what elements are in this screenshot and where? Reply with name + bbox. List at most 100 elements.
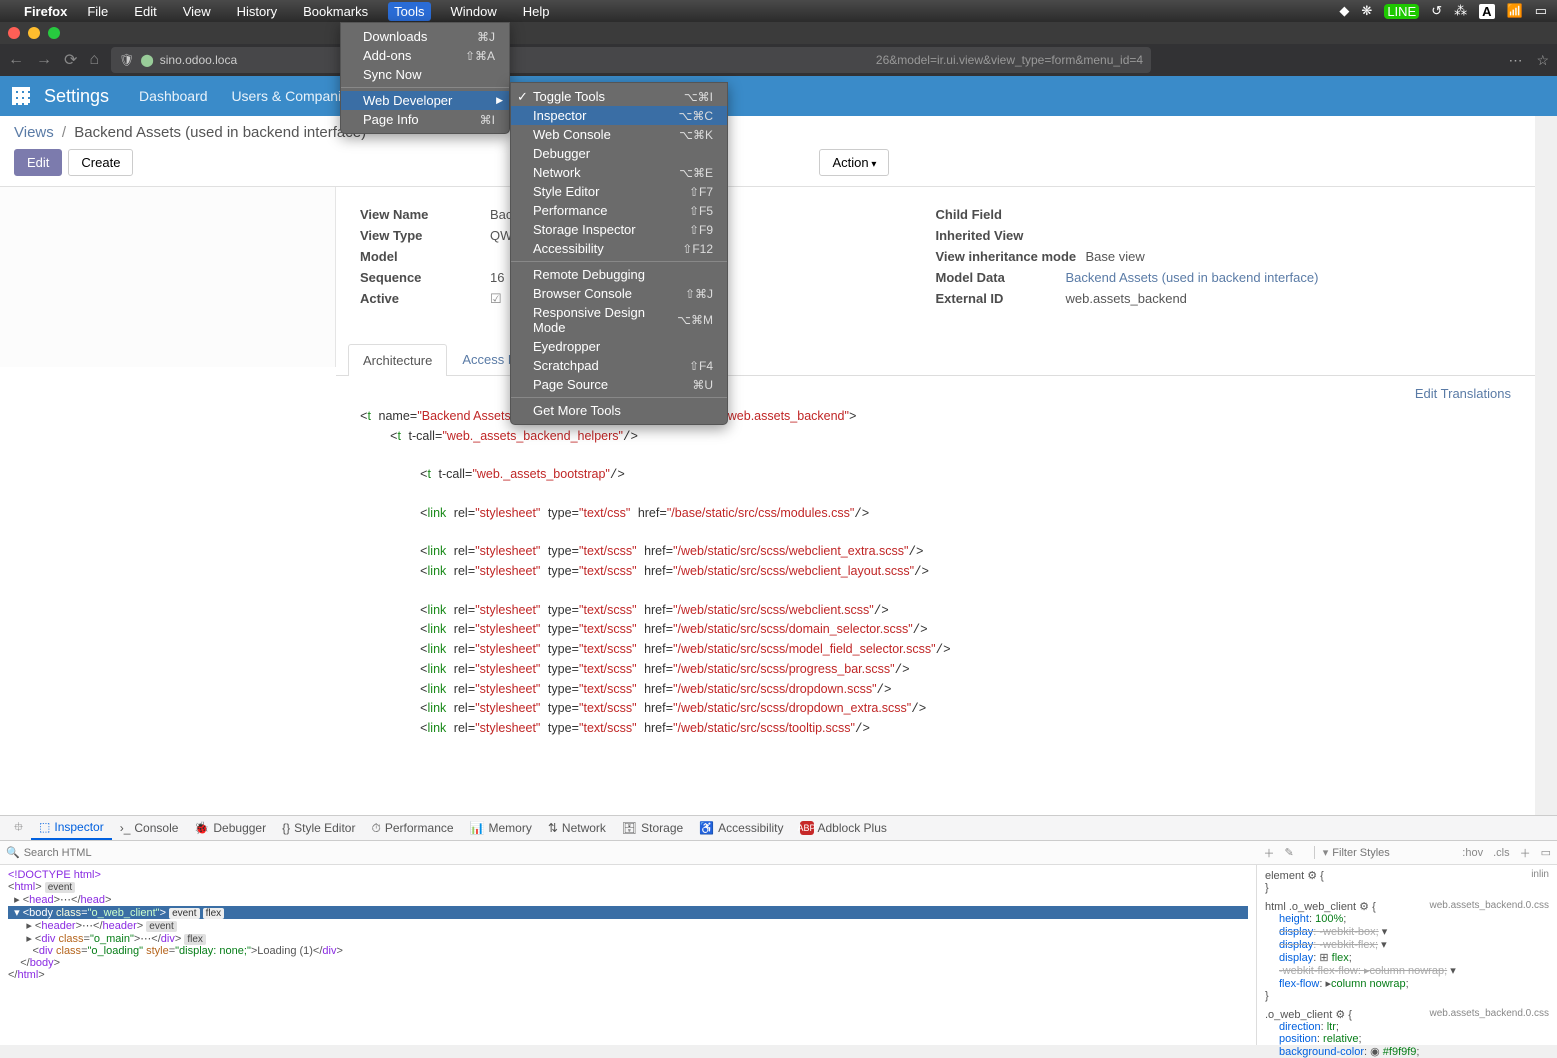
devtools-tabbar: ⯐ ⬚Inspector ›_Console 🐞Debugger {}Style… [0,815,1557,841]
menu-item[interactable]: Storage Inspector⇧F9 [511,220,727,239]
zoom-window[interactable] [48,27,60,39]
menu-item[interactable]: Responsive Design Mode⌥⌘M [511,303,727,337]
menu-item[interactable]: Debugger [511,144,727,163]
breadcrumb-root[interactable]: Views [14,124,54,141]
menu-help[interactable]: Help [517,2,556,21]
label-view-type: View Type [360,228,490,243]
menu-item[interactable]: Network⌥⌘E [511,163,727,182]
menu-item[interactable]: Browser Console⇧⌘J [511,284,727,303]
dom-tree[interactable]: <!DOCTYPE html> <html> event ▸ <head>⋯</… [0,865,1257,1045]
menu-item[interactable]: Page Source⌘U [511,375,727,394]
eyedropper-icon[interactable]: ✎ [1285,846,1294,859]
label-model-data: Model Data [936,270,1066,285]
tools-dropdown: Downloads⌘JAdd-ons⇧⌘ASync Now Web Develop… [340,22,510,134]
display-icon[interactable]: ▭ [1535,3,1547,19]
menu-item[interactable]: Downloads⌘J [341,27,509,46]
breadcrumb-current: Backend Assets (used in backend interfac… [74,124,366,141]
browser-toolbar: ← → ⟳ ⌂ 🛡 ⬤ sino.odoo.loca 26&model=ir.u… [0,44,1557,76]
page-action-icon[interactable]: ⋯ [1508,52,1522,69]
label-model: Model [360,249,490,264]
devtools-tab-console[interactable]: ›_Console [112,816,187,840]
webdev-submenu: ✓Toggle Tools⌥⌘IInspector⌥⌘CWeb Console⌥… [510,82,728,425]
filter-styles-input[interactable] [1332,847,1452,859]
menu-item[interactable]: Style Editor⇧F7 [511,182,727,201]
tray-icon[interactable]: ◆ [1339,3,1349,19]
menu-file[interactable]: File [81,2,114,21]
devtools-tab-style[interactable]: {}Style Editor [274,816,363,840]
pick-element-icon[interactable]: ⯐ [6,816,31,840]
menu-item[interactable]: Inspector⌥⌘C [511,106,727,125]
devtools-search-row: 🔍 ＋ ✎ ▾ :hov .cls ＋ ▭ [0,841,1557,865]
tray-icon[interactable]: ⁂ [1454,3,1467,19]
tray-icon[interactable]: ❋ [1361,3,1372,19]
search-html-input[interactable] [24,847,166,859]
action-dropdown[interactable]: Action [819,149,889,176]
menu-item[interactable]: Add-ons⇧⌘A [341,46,509,65]
menu-item[interactable]: Sync Now [341,65,509,84]
wifi-icon[interactable]: 📶 [1507,3,1523,19]
menu-item[interactable]: Page Info⌘I [341,110,509,129]
panel-menu-icon[interactable]: ▭ [1541,846,1551,859]
tray-icon[interactable]: LINE [1384,4,1419,19]
url-bar[interactable]: 🛡 ⬤ sino.odoo.loca 26&model=ir.ui.view&v… [111,47,1151,73]
devtools-tab-adblock[interactable]: ABPAdblock Plus [792,816,895,840]
menu-item[interactable]: Eyedropper [511,337,727,356]
filter-icon: ▾ [1314,846,1329,859]
devtools-tab-storage[interactable]: 🗄Storage [614,816,691,840]
nav-dashboard[interactable]: Dashboard [139,88,208,104]
cls-toggle[interactable]: .cls [1493,847,1510,859]
label-view-name: View Name [360,207,490,222]
create-button[interactable]: Create [68,149,133,176]
forward-button[interactable]: → [36,51,52,69]
value-external-id: web.assets_backend [1066,291,1187,306]
menu-item[interactable]: Get More Tools [511,401,727,420]
devtools-tab-performance[interactable]: ⏱Performance [363,816,461,840]
menu-item[interactable]: Scratchpad⇧F4 [511,356,727,375]
tab-architecture[interactable]: Architecture [348,344,447,376]
hov-toggle[interactable]: :hov [1462,847,1483,859]
minimize-window[interactable] [28,27,40,39]
add-rule-icon[interactable]: ＋ [1520,845,1531,861]
arch-code: <t name="Backend Assets (used in backend… [336,401,975,759]
edit-button[interactable]: Edit [14,149,62,176]
devtools-tab-accessibility[interactable]: ♿Accessibility [691,816,791,840]
menu-item[interactable]: Web Console⌥⌘K [511,125,727,144]
tray-icon[interactable]: ↺ [1431,3,1442,19]
tray-icon[interactable]: A [1479,4,1494,19]
home-button[interactable]: ⌂ [89,51,99,69]
label-inheritance-mode: View inheritance mode [936,249,1086,264]
label-inherited-view: Inherited View [936,228,1066,243]
menu-view[interactable]: View [177,2,217,21]
devtools-tab-debugger[interactable]: 🐞Debugger [186,816,274,840]
menu-window[interactable]: Window [445,2,503,21]
menu-item[interactable]: Remote Debugging [511,265,727,284]
nav-users[interactable]: Users & Companies [231,88,356,104]
devtools-tab-inspector[interactable]: ⬚Inspector [31,816,112,840]
menu-item[interactable]: Accessibility⇧F12 [511,239,727,258]
value-inheritance-mode: Base view [1086,249,1145,264]
menu-item[interactable]: ✓Toggle Tools⌥⌘I [511,87,727,106]
app-name[interactable]: Firefox [24,4,67,19]
label-active: Active [360,291,490,307]
apps-icon[interactable] [12,87,30,105]
value-model-data[interactable]: Backend Assets (used in backend interfac… [1066,270,1319,285]
devtools-tab-network[interactable]: ⇅Network [540,816,614,840]
menu-tools[interactable]: Tools [388,2,430,21]
devtools-tab-memory[interactable]: 📊Memory [462,816,540,840]
css-rules[interactable]: element ⚙ {inlin } html .o_web_client ⚙ … [1257,865,1557,1045]
menu-history[interactable]: History [231,2,283,21]
devtools-body: <!DOCTYPE html> <html> event ▸ <head>⋯</… [0,865,1557,1045]
menu-edit[interactable]: Edit [128,2,162,21]
back-button[interactable]: ← [8,51,24,69]
value-sequence: 16 [490,270,504,285]
url-query: 26&model=ir.ui.view&view_type=form&menu_… [876,53,1143,67]
edit-translations-link[interactable]: Edit Translations [1415,386,1511,401]
bookmark-star-icon[interactable]: ☆ [1536,52,1549,69]
menu-item[interactable]: Web Developer [341,91,509,110]
label-child-field: Child Field [936,207,1066,222]
reload-button[interactable]: ⟳ [64,50,77,70]
close-window[interactable] [8,27,20,39]
add-icon[interactable]: ＋ [1264,845,1275,861]
menu-item[interactable]: Performance⇧F5 [511,201,727,220]
menu-bookmarks[interactable]: Bookmarks [297,2,374,21]
